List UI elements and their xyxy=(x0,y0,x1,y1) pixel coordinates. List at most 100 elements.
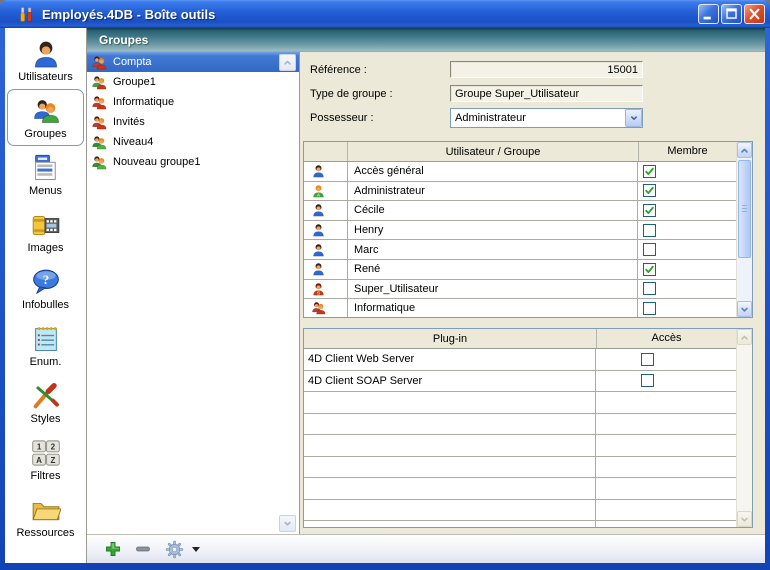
plugins-table-header: Plug-in Accès xyxy=(304,329,736,349)
group-icon xyxy=(31,96,61,126)
members-scrollbar[interactable] xyxy=(736,142,752,317)
member-checkbox[interactable] xyxy=(643,243,656,256)
notepad-icon xyxy=(31,324,61,354)
scroll-down-button[interactable] xyxy=(737,301,752,317)
close-icon xyxy=(745,5,764,23)
member-icon-cell: A xyxy=(304,182,348,201)
group-list-item-nouveau-groupe1[interactable]: Nouveau groupe1 xyxy=(87,152,299,172)
group-list-item-informatique[interactable]: Informatique xyxy=(87,92,299,112)
owner-label: Possesseur : xyxy=(310,112,374,124)
owner-select[interactable]: Administrateur xyxy=(450,108,643,128)
sidebar-item-menus[interactable]: Menus xyxy=(5,146,86,203)
sidebar-item-styles[interactable]: Styles xyxy=(5,374,86,431)
member-row[interactable]: Accès général xyxy=(304,162,736,182)
plugin-row[interactable]: 4D Client Web Server xyxy=(304,349,736,371)
plugin-access-cell xyxy=(596,478,736,499)
plugin-name-cell xyxy=(304,457,596,478)
members-table-header: Utilisateur / Groupe Membre xyxy=(304,142,736,162)
member-checkbox-cell xyxy=(638,280,736,299)
actions-menu-button[interactable] xyxy=(165,540,184,559)
plugin-access-cell xyxy=(596,392,736,413)
member-checkbox[interactable] xyxy=(643,263,656,276)
member-checkbox[interactable] xyxy=(643,184,656,197)
sidebar-item-label: Groupes xyxy=(24,128,66,140)
user-admin-icon: A xyxy=(310,184,327,198)
plugin-row-empty xyxy=(304,521,736,527)
plugin-access-cell xyxy=(596,500,736,521)
members-table: Utilisateur / Groupe Membre Accès généra… xyxy=(303,141,753,318)
sidebar-item-ressources[interactable]: Ressources xyxy=(5,488,86,545)
member-checkbox-cell xyxy=(638,201,736,220)
member-row[interactable]: S Super_Utilisateur xyxy=(304,280,736,300)
plugin-access-cell xyxy=(596,414,736,435)
sidebar-item-groupes[interactable]: Groupes xyxy=(7,89,84,146)
sidebar-item-utilisateurs[interactable]: Utilisateurs xyxy=(5,32,86,89)
sidebar-item-label: Utilisateurs xyxy=(18,71,72,83)
group-item-label: Compta xyxy=(113,56,152,68)
film-icon xyxy=(31,210,61,240)
member-checkbox[interactable] xyxy=(643,165,656,178)
group-list-item-compta[interactable]: Compta xyxy=(87,52,299,72)
scroll-thumb[interactable] xyxy=(738,160,751,258)
window-controls xyxy=(698,4,765,24)
sidebar-item-filtres[interactable]: 12AZFiltres xyxy=(5,431,86,488)
member-row[interactable]: AAdministrateur xyxy=(304,182,736,202)
plugin-row-empty xyxy=(304,457,736,479)
member-name-cell: Super_Utilisateur xyxy=(348,280,638,299)
plugin-access-cell xyxy=(596,349,736,370)
group-list-item-niveau4[interactable]: Niveau4 xyxy=(87,132,299,152)
user-blue-icon xyxy=(310,243,327,257)
member-row[interactable]: Marc xyxy=(304,240,736,260)
sidebar-item-label: Images xyxy=(27,242,63,254)
minimize-button[interactable] xyxy=(698,4,719,24)
group-item-label: Informatique xyxy=(113,96,174,108)
plugin-name-cell xyxy=(304,521,596,527)
plugins-rows: 4D Client Web Server4D Client SOAP Serve… xyxy=(304,349,736,527)
group-type-field[interactable]: Groupe Super_Utilisateur xyxy=(450,85,643,102)
svg-text:Z: Z xyxy=(50,455,55,464)
reference-field[interactable]: 15001 xyxy=(450,61,643,78)
sidebar-item-label: Infobulles xyxy=(22,299,69,311)
svg-text:A: A xyxy=(317,192,321,197)
plugin-name-cell xyxy=(304,392,596,413)
remove-group-button[interactable] xyxy=(135,541,151,557)
sidebar-item-infobulles[interactable]: ?Infobulles xyxy=(5,260,86,317)
plugin-row[interactable]: 4D Client SOAP Server xyxy=(304,371,736,393)
member-row[interactable]: Henry xyxy=(304,221,736,241)
group-list-item-invites[interactable]: Invités xyxy=(87,112,299,132)
chevron-down-icon[interactable] xyxy=(625,109,642,127)
member-icon-cell xyxy=(304,299,348,317)
member-row[interactable]: René xyxy=(304,260,736,280)
scroll-up-button[interactable] xyxy=(737,142,752,158)
group-mixed-icon xyxy=(90,75,108,90)
sidebar-item-images[interactable]: Images xyxy=(5,203,86,260)
access-checkbox[interactable] xyxy=(641,374,654,387)
member-checkbox[interactable] xyxy=(643,282,656,295)
actions-menu-dropdown[interactable] xyxy=(192,547,200,552)
member-row[interactable]: Cécile xyxy=(304,201,736,221)
svg-text:A: A xyxy=(36,455,42,464)
sidebar-item-enum[interactable]: Enum. xyxy=(5,317,86,374)
sidebar-item-label: Styles xyxy=(31,413,61,425)
plugin-name-cell xyxy=(304,414,596,435)
scroll-down-icon xyxy=(279,515,296,532)
group-list-item-groupe1[interactable]: Groupe1 xyxy=(87,72,299,92)
member-checkbox-cell xyxy=(638,182,736,201)
titlebar[interactable]: Employés.4DB - Boîte outils xyxy=(0,0,770,28)
member-row[interactable]: Informatique xyxy=(304,299,736,317)
svg-text:2: 2 xyxy=(50,442,55,451)
owner-selected-value: Administrateur xyxy=(451,112,625,124)
member-checkbox[interactable] xyxy=(643,302,656,315)
user-icon xyxy=(31,39,61,69)
group-green-icon xyxy=(90,135,108,150)
member-checkbox[interactable] xyxy=(643,204,656,217)
member-checkbox-cell xyxy=(638,260,736,279)
access-checkbox[interactable] xyxy=(641,353,654,366)
scroll-up-button xyxy=(737,329,752,345)
member-checkbox[interactable] xyxy=(643,224,656,237)
plus-icon xyxy=(105,541,121,557)
add-group-button[interactable] xyxy=(105,541,121,557)
user-red-icon: S xyxy=(310,282,327,296)
close-button[interactable] xyxy=(744,4,765,24)
maximize-button[interactable] xyxy=(721,4,742,24)
